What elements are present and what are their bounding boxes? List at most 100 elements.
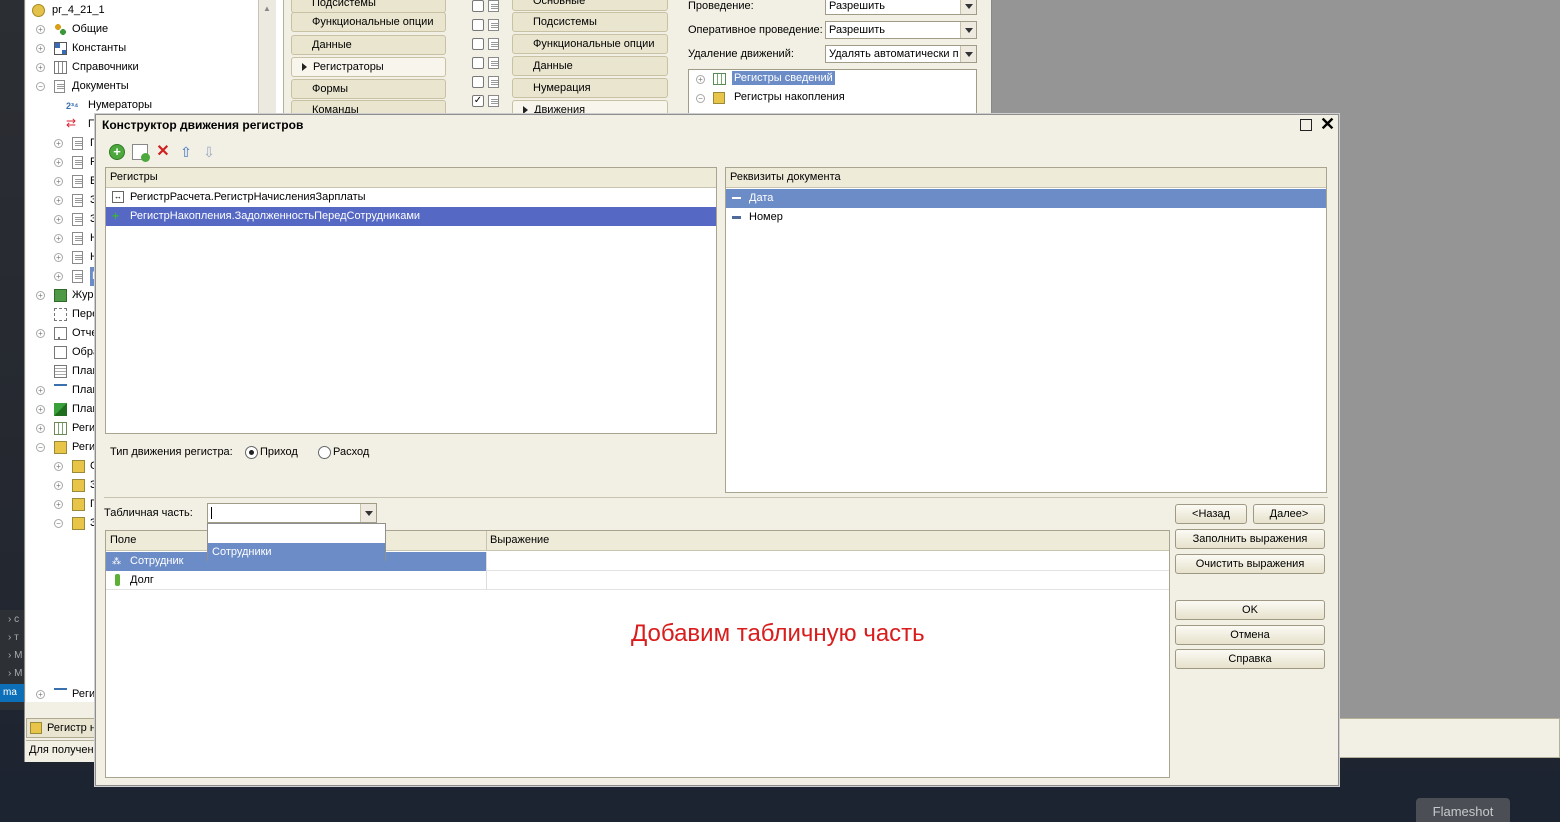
doc-attrs-header: Реквизиты документа: [726, 168, 1326, 188]
expand-icon[interactable]: +: [36, 424, 45, 433]
back-button[interactable]: <Назад: [1175, 504, 1247, 524]
clear-expressions-button[interactable]: Очистить выражения: [1175, 554, 1325, 574]
nav-data-2[interactable]: Данные: [512, 56, 668, 76]
expand-icon[interactable]: +: [54, 158, 63, 167]
side-item[interactable]: › с: [8, 614, 19, 625]
nav-data[interactable]: Данные: [291, 35, 446, 55]
register-row-selected[interactable]: + РегистрНакопления.ЗадолженностьПередСо…: [106, 207, 716, 226]
dropdown-option-employees[interactable]: Сотрудники: [208, 543, 385, 561]
document-icon: [488, 76, 499, 88]
add-icon[interactable]: +: [109, 144, 125, 160]
expand-icon[interactable]: +: [54, 196, 63, 205]
fill-expressions-button[interactable]: Заполнить выражения: [1175, 529, 1325, 549]
expand-icon[interactable]: +: [54, 462, 63, 471]
expand-icon[interactable]: +: [54, 234, 63, 243]
maximize-icon[interactable]: [1300, 119, 1312, 131]
tree-item-info-registers[interactable]: Регистры сведений: [732, 71, 835, 85]
prop-label: Удаление движений:: [688, 48, 794, 60]
expand-icon[interactable]: +: [696, 75, 705, 84]
attr-row-selected[interactable]: Дата: [726, 189, 1326, 208]
tree-item[interactable]: − Документы: [36, 77, 286, 96]
expand-icon[interactable]: +: [54, 500, 63, 509]
checkbox[interactable]: [472, 19, 484, 31]
collapse-icon[interactable]: −: [696, 94, 705, 103]
accum-icon: [72, 479, 85, 492]
radio-expense-label[interactable]: Расход: [333, 446, 369, 458]
nav-functional-options-2[interactable]: Функциональные опции: [512, 34, 668, 54]
tree-item[interactable]: 2³⁴ Нумераторы: [66, 96, 316, 115]
help-button[interactable]: Справка: [1175, 649, 1325, 669]
move-down-icon[interactable]: ⇩: [201, 144, 217, 160]
expand-icon[interactable]: +: [54, 139, 63, 148]
checkbox[interactable]: [472, 38, 484, 50]
radio-expense[interactable]: [318, 446, 331, 459]
nav-forms[interactable]: Формы: [291, 79, 446, 99]
expand-icon[interactable]: +: [36, 25, 45, 34]
expand-icon[interactable]: +: [36, 44, 45, 53]
expand-icon[interactable]: +: [54, 253, 63, 262]
expand-icon[interactable]: +: [36, 291, 45, 300]
close-icon[interactable]: ✕: [1320, 115, 1335, 133]
nav-subsystems-2[interactable]: Подсистемы: [512, 12, 668, 32]
nav-numbering[interactable]: Нумерация: [512, 78, 668, 98]
dropdown-option-empty[interactable]: [208, 524, 385, 542]
field-row[interactable]: Долг: [106, 571, 1169, 590]
attr-row[interactable]: Номер: [726, 208, 1326, 227]
collapse-icon[interactable]: −: [36, 443, 45, 452]
realtime-posting-select[interactable]: Разрешить: [825, 21, 977, 39]
dropdown-icon[interactable]: [960, 46, 976, 62]
delete-movements-select[interactable]: Удалять автоматически п: [825, 45, 977, 63]
expand-icon[interactable]: +: [36, 386, 45, 395]
side-item[interactable]: › т: [8, 632, 19, 643]
checkbox[interactable]: [472, 76, 484, 88]
scroll-up-icon[interactable]: ▲: [262, 4, 272, 14]
collapse-icon[interactable]: −: [36, 82, 45, 91]
tree-item[interactable]: + Константы: [36, 39, 286, 58]
document-icon: [488, 19, 499, 31]
next-button[interactable]: Далее>: [1253, 504, 1325, 524]
expand-icon[interactable]: +: [36, 405, 45, 414]
checkbox[interactable]: [472, 0, 484, 12]
checkbox[interactable]: [472, 57, 484, 69]
radio-income[interactable]: [245, 446, 258, 459]
move-up-icon[interactable]: ⇧: [178, 144, 194, 160]
posting-select[interactable]: Разрешить: [825, 0, 977, 15]
registers-header: Регистры: [106, 168, 716, 188]
tabular-part-select[interactable]: [207, 503, 377, 523]
dropdown-icon[interactable]: [960, 0, 976, 14]
side-item[interactable]: › М: [8, 668, 22, 679]
dropdown-arrow-icon[interactable]: [360, 504, 376, 522]
register-row[interactable]: ↔ РегистрРасчета.РегистрНачисленияЗарпла…: [106, 188, 716, 207]
tree-root[interactable]: pr_4_21_1: [32, 1, 105, 20]
col-expression[interactable]: Выражение: [490, 531, 549, 550]
col-field[interactable]: Поле: [110, 531, 136, 550]
checkbox-checked[interactable]: ✓: [472, 95, 484, 107]
nav-main[interactable]: Основные: [512, 0, 668, 11]
document-icon: [72, 270, 83, 283]
tree-item[interactable]: + Общие: [36, 20, 286, 39]
dropdown-icon[interactable]: [960, 22, 976, 38]
expand-icon[interactable]: +: [36, 63, 45, 72]
nav-functional-options[interactable]: Функциональные опции: [291, 12, 446, 32]
collapse-icon[interactable]: −: [54, 519, 63, 528]
nav-registrators[interactable]: Регистраторы: [291, 57, 446, 77]
flameshot-tray[interactable]: Flameshot: [1416, 798, 1510, 822]
tree-item-accum-registers[interactable]: Регистры накопления: [734, 91, 845, 103]
expand-icon[interactable]: +: [54, 215, 63, 224]
copy-icon[interactable]: [132, 144, 150, 162]
expand-icon[interactable]: +: [54, 272, 63, 281]
expand-icon[interactable]: +: [36, 690, 45, 699]
radio-income-label[interactable]: Приход: [260, 446, 298, 458]
expand-icon[interactable]: +: [54, 481, 63, 490]
sequence-icon: ⇄: [66, 116, 77, 130]
delete-icon[interactable]: ✕: [155, 144, 171, 160]
tree-item[interactable]: + Справочники: [36, 58, 286, 77]
document-icon: [54, 80, 65, 93]
document-icon: [72, 232, 83, 245]
ok-button[interactable]: OK: [1175, 600, 1325, 620]
side-item[interactable]: › М: [8, 650, 22, 661]
expand-icon[interactable]: +: [36, 329, 45, 338]
cancel-button[interactable]: Отмена: [1175, 625, 1325, 645]
expand-icon[interactable]: +: [54, 177, 63, 186]
branch-badge[interactable]: ma: [0, 684, 26, 702]
